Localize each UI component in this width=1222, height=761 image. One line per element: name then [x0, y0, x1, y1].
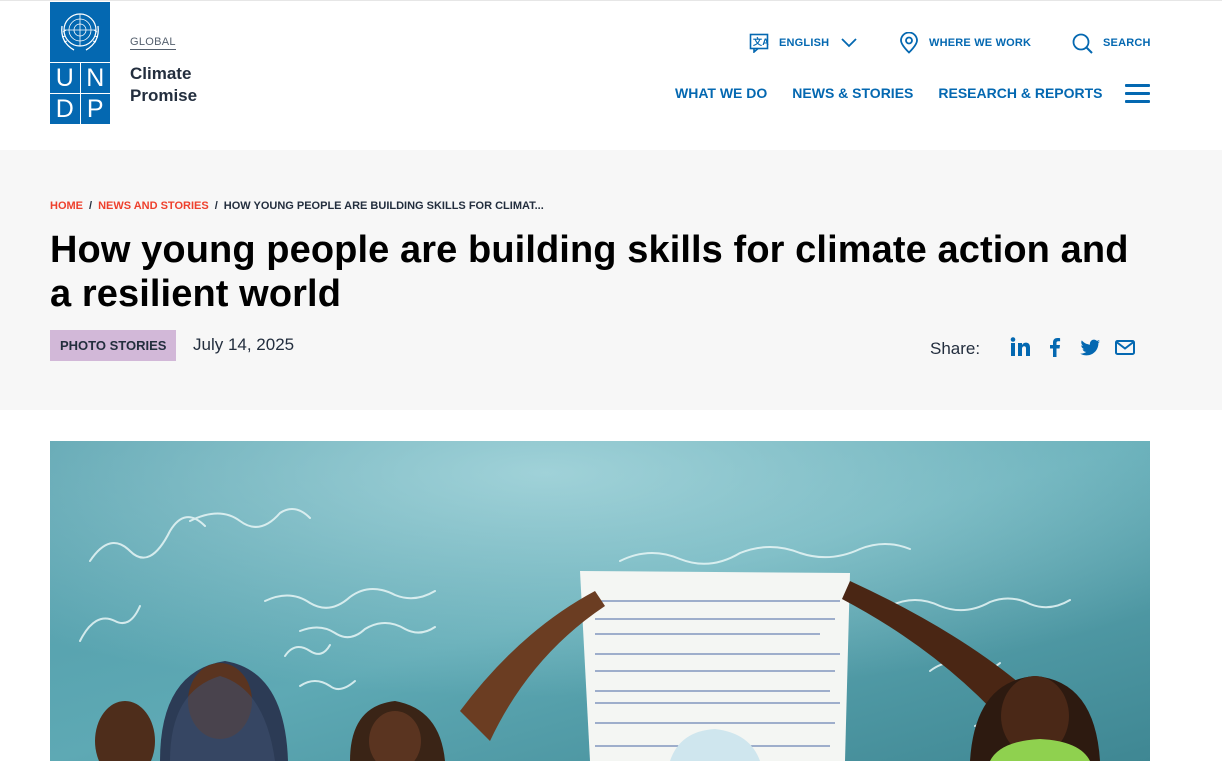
breadcrumb-separator: / — [89, 200, 93, 212]
chevron-down-icon — [841, 38, 857, 48]
search-icon — [1072, 33, 1093, 54]
logo-letter: D — [55, 95, 74, 123]
where-we-work-label: WHERE WE WORK — [929, 37, 1032, 49]
linkedin-icon[interactable] — [1009, 336, 1031, 358]
page-title: How young people are building skills for… — [50, 229, 1129, 315]
breadcrumb-separator: / — [214, 200, 218, 212]
breadcrumb-current: HOW YOUNG PEOPLE ARE BUILDING SKILLS FOR… — [223, 200, 544, 212]
location-pin-icon — [900, 32, 918, 54]
site-region-label[interactable]: GLOBAL — [130, 36, 176, 50]
language-selector[interactable]: 文A ENGLISH — [749, 33, 857, 53]
nav-item-what-we-do[interactable]: WHAT WE DO — [675, 85, 767, 101]
nav-item-news-stories[interactable]: NEWS & STORIES — [792, 85, 913, 101]
article-hero-image — [50, 441, 1150, 761]
breadcrumb-home[interactable]: HOME — [50, 200, 83, 212]
hamburger-menu-icon[interactable] — [1125, 84, 1150, 103]
search-button[interactable]: SEARCH — [1072, 33, 1151, 54]
publish-date: July 14, 2025 — [193, 335, 295, 354]
share-label: Share: — [930, 339, 981, 358]
nav-item-research-reports[interactable]: RESEARCH & REPORTS — [938, 85, 1102, 101]
logo-letter: U — [55, 64, 74, 92]
main-navigation: WHAT WE DO NEWS & STORIES RESEARCH & REP… — [675, 85, 1128, 101]
where-we-work-link[interactable]: WHERE WE WORK — [899, 32, 1032, 54]
un-emblem-icon — [61, 13, 99, 51]
language-label: ENGLISH — [779, 37, 830, 49]
breadcrumb: HOME / NEWS AND STORIES / HOW YOUNG PEOP… — [50, 200, 544, 212]
undp-logo[interactable]: U N D P — [50, 2, 110, 124]
breadcrumb-news[interactable]: NEWS AND STORIES — [98, 200, 209, 212]
svg-text:文A: 文A — [752, 36, 769, 47]
search-label: SEARCH — [1103, 37, 1151, 49]
facebook-icon[interactable] — [1044, 336, 1066, 358]
email-icon[interactable] — [1114, 336, 1136, 358]
logo-letter: N — [86, 64, 105, 92]
site-name[interactable]: Climate Promise — [130, 63, 197, 107]
article-hero: HOME / NEWS AND STORIES / HOW YOUNG PEOP… — [0, 150, 1222, 410]
site-header: U N D P GLOBAL Climate Promise 文A ENGLIS… — [0, 0, 1222, 150]
site-name-line: Promise — [130, 86, 198, 105]
site-name-line: Climate — [130, 64, 192, 83]
translate-icon: 文A — [749, 33, 769, 53]
classroom-photo — [50, 441, 1150, 761]
logo-letter: P — [86, 95, 104, 123]
category-tag[interactable]: PHOTO STORIES — [50, 330, 177, 361]
twitter-icon[interactable] — [1079, 336, 1101, 358]
